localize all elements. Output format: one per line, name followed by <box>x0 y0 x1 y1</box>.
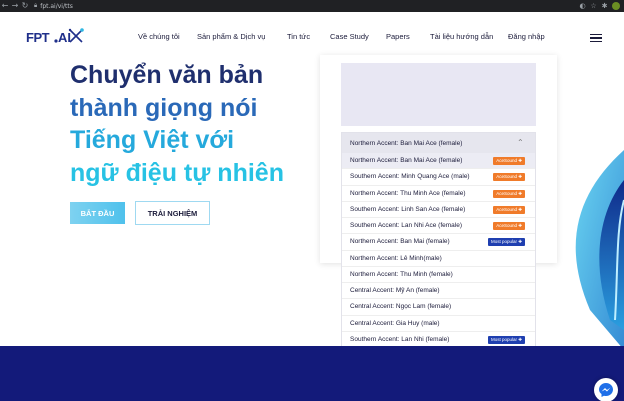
fptai-logo[interactable]: FPT AI <box>26 27 84 47</box>
badge-plus-icon: ✚ <box>516 174 522 180</box>
hero-line-1: Chuyển văn bản <box>70 61 264 89</box>
voice-option[interactable]: Central Accent: Ngọc Lam (female) <box>342 299 535 316</box>
back-icon[interactable]: ← <box>0 0 10 12</box>
voice-option-label: Northern Accent: Thu Minh (female) <box>350 270 453 278</box>
voice-option[interactable]: Central Accent: Gia Huy (male) <box>342 316 535 332</box>
chevron-up-icon[interactable]: ⌃ <box>517 138 527 148</box>
voice-option-label: Northern Accent: Thu Minh Ace (female) <box>350 189 466 197</box>
voice-option[interactable]: Northern Accent: Thu Minh (female) <box>342 267 535 283</box>
voice-option-label: Central Accent: Gia Huy (male) <box>350 319 440 327</box>
page: ← → ↻ 🔒︎ fpt.ai/vi/tts ◐ ☆ ✱ FPT AI Về c… <box>0 0 624 401</box>
voice-badge: AceSound ✚ <box>493 157 525 165</box>
address-bar[interactable]: 🔒︎ fpt.ai/vi/tts <box>34 1 577 11</box>
badge-plus-icon: ✚ <box>516 190 522 196</box>
voice-badge-label: AceSound <box>496 158 517 163</box>
voice-dropdown[interactable]: Northern Accent: Ban Mai Ace (female) ⌃ … <box>341 132 536 381</box>
voice-badge: AceSound ✚ <box>493 173 525 182</box>
voice-select-value: Northern Accent: Ban Mai Ace (female) <box>350 139 463 147</box>
voice-option-label: Northern Accent: Ban Mai (female) <box>350 238 450 246</box>
hero-line-2: thành giọng nói <box>70 93 258 122</box>
voice-badge: AceSound ✚ <box>493 205 525 214</box>
start-button[interactable]: BẮT ĐẦU <box>70 202 125 224</box>
site-header: FPT AI Về chúng tôi Sản phẩm & Dịch vụ T… <box>0 12 624 60</box>
nav-docs[interactable]: Tài liệu hướng dẫn <box>430 32 493 41</box>
voice-option-label: Southern Accent: Linh San Ace (female) <box>350 205 466 213</box>
voice-option-label: Northern Accent: Lê Minh(male) <box>350 254 442 262</box>
voice-option[interactable]: Southern Accent: Minh Quang Ace (male) Ac… <box>342 169 535 186</box>
voice-badge: AceSound ✚ <box>493 189 525 198</box>
nav-papers[interactable]: Papers <box>386 32 410 41</box>
badge-plus-icon: ✚ <box>516 336 522 342</box>
try-button[interactable]: TRẢI NGHIỆM <box>135 201 210 225</box>
star-icon[interactable]: ☆ <box>588 0 599 12</box>
voice-option[interactable]: Northern Accent: Ban Mai (female) Most po… <box>342 234 535 251</box>
voice-badge-label: Most popular <box>490 239 517 245</box>
footer-band <box>0 346 624 401</box>
nav-about[interactable]: Về chúng tôi <box>138 32 180 41</box>
voice-option-label: Southern Accent: Minh Quang Ace (male) <box>350 173 470 181</box>
badge-plus-icon: ✚ <box>516 158 522 163</box>
voice-option-label: Central Accent: Mỹ An (female) <box>350 287 440 295</box>
voice-badge-label: AceSound <box>496 174 517 180</box>
voice-option-label: Southern Accent: Lan Nhi Ace (female) <box>350 222 463 230</box>
voice-select-current[interactable]: Northern Accent: Ban Mai Ace (female) ⌃ <box>342 133 535 153</box>
incognito-icon[interactable]: ◐ <box>577 0 588 12</box>
hero-line-4: ngữ điệu tự nhiên <box>70 158 284 187</box>
svg-text:FPT: FPT <box>26 30 50 45</box>
nav-news[interactable]: Tin tức <box>287 32 310 41</box>
voice-option[interactable]: Northern Accent: Lê Minh(male) <box>342 251 535 267</box>
hero-title: Chuyển văn bản thành giọng nói Tiếng Việ… <box>70 59 320 189</box>
voice-badge-label: Most popular <box>490 336 517 342</box>
voice-badge: Most popular ✚ <box>487 335 525 344</box>
avatar[interactable] <box>612 2 620 10</box>
voice-badge-label: AceSound <box>496 190 517 196</box>
voice-badge-label: AceSound <box>496 206 517 212</box>
badge-plus-icon: ✚ <box>516 206 522 212</box>
voice-badge: Most popular ✚ <box>487 238 525 247</box>
voice-badge: AceSound ✚ <box>493 222 525 230</box>
svg-text:AI: AI <box>58 30 71 45</box>
reload-icon[interactable]: ↻ <box>20 0 30 12</box>
voice-option[interactable]: Northern Accent: Thu Minh Ace (female) Ac… <box>342 186 535 202</box>
voice-option-label: Central Accent: Ngọc Lam (female) <box>350 303 452 311</box>
forward-icon[interactable]: → <box>10 0 20 12</box>
voice-badge-label: AceSound <box>496 223 517 228</box>
lock-icon: 🔒︎ <box>34 2 38 9</box>
url-text: fpt.ai/vi/tts <box>40 2 73 10</box>
badge-plus-icon: ✚ <box>516 223 522 228</box>
voice-option[interactable]: Southern Accent: Linh San Ace (female) Ac… <box>342 202 535 218</box>
browser-toolbar: ← → ↻ 🔒︎ fpt.ai/vi/tts ◐ ☆ ✱ <box>0 0 624 12</box>
hamburger-icon[interactable] <box>590 34 602 43</box>
voice-option[interactable]: Northern Accent: Ban Mai Ace (female) Ace… <box>342 153 535 170</box>
voice-option-label: Southern Accent: Lan Nhi (female) <box>350 335 450 343</box>
voice-option[interactable]: Central Accent: Mỹ An (female) <box>342 283 535 300</box>
nav-products[interactable]: Sản phẩm & Dịch vụ <box>197 32 265 41</box>
tts-text-input[interactable] <box>341 63 536 126</box>
messenger-glyph <box>599 383 613 397</box>
nav-login[interactable]: Đăng nhập <box>508 32 545 41</box>
badge-plus-icon: ✚ <box>516 239 522 245</box>
voice-option-label: Northern Accent: Ban Mai Ace (female) <box>350 157 463 165</box>
voice-option[interactable]: Southern Accent: Lan Nhi Ace (female) Ace… <box>342 218 535 235</box>
nav-case-study[interactable]: Case Study <box>330 32 369 41</box>
extensions-icon[interactable]: ✱ <box>599 0 610 12</box>
messenger-icon[interactable] <box>594 378 618 401</box>
hero-line-3: Tiếng Việt với <box>70 126 235 154</box>
